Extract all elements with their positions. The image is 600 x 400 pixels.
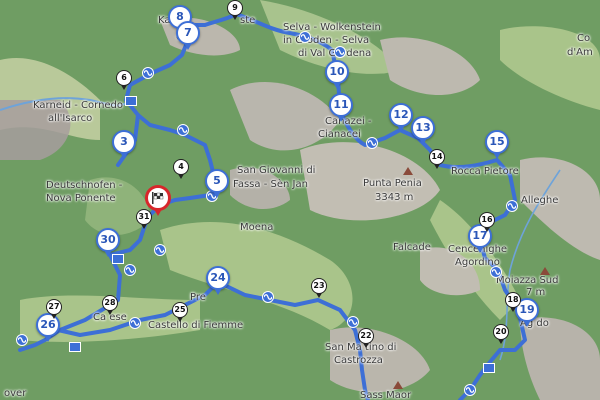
- stage-marker-7[interactable]: 7: [176, 21, 200, 50]
- summit-icon: [540, 267, 550, 275]
- checkered-flag-icon: [152, 192, 164, 204]
- wave-icon: [124, 264, 136, 276]
- place-ste-fragment: ste: [240, 15, 256, 26]
- wave-icon: [366, 137, 378, 149]
- chevron-icon: [125, 96, 137, 106]
- stage-marker-18[interactable]: 18: [505, 292, 521, 312]
- place-predazzo: Pre: [190, 292, 206, 303]
- stage-marker-16[interactable]: 16: [479, 212, 495, 232]
- stage-marker-4[interactable]: 4: [173, 159, 189, 179]
- place-karneid-line2: all'Isarco: [48, 113, 93, 124]
- place-cortina-line1: Co: [577, 33, 591, 44]
- place-moena: Moena: [240, 222, 274, 233]
- wave-icon: [334, 46, 346, 58]
- wave-icon: [16, 334, 28, 346]
- place-sanmartino-line1: San Ma tino di: [325, 342, 397, 353]
- stage-marker-22[interactable]: 22: [358, 328, 374, 348]
- stage-marker-30[interactable]: 30: [96, 228, 120, 257]
- place-canazei-line1: Canazei -: [325, 116, 372, 127]
- wave-icon: [177, 124, 189, 136]
- wave-icon: [142, 67, 154, 79]
- place-moiazza: Moiazza Sud: [496, 275, 559, 286]
- wave-icon: [506, 200, 518, 212]
- stage-marker-23[interactable]: 23: [311, 278, 327, 298]
- place-falcade: Falcade: [393, 242, 431, 253]
- place-selva-line1: Selva - Wolkenstein: [283, 22, 381, 33]
- wave-icon: [299, 31, 311, 43]
- place-canazei-line2: Cianacei: [318, 129, 361, 140]
- stage-marker-15[interactable]: 15: [485, 130, 509, 159]
- place-sangiovanni-line1: San Giovanni di: [237, 165, 316, 176]
- place-sanmartino-line2: Castrozza: [334, 355, 383, 366]
- place-deutschnofen-line1: Deutschnofen -: [46, 180, 123, 191]
- summit-icon: [393, 381, 403, 389]
- finish-marker[interactable]: [145, 185, 171, 216]
- wave-icon: [129, 317, 141, 329]
- place-selva-line2: in Gröden - Selva: [283, 35, 370, 46]
- stage-marker-10[interactable]: 10: [325, 60, 349, 89]
- stage-marker-5[interactable]: 5: [205, 169, 229, 198]
- place-cortina-line2: d'Am: [567, 47, 593, 58]
- place-punta-penia: Punta Penia: [363, 178, 422, 189]
- stage-marker-27[interactable]: 27: [46, 299, 62, 319]
- wave-icon: [262, 291, 274, 303]
- stage-marker-31[interactable]: 31: [136, 209, 152, 229]
- wave-icon: [347, 316, 359, 328]
- summit-icon: [403, 167, 413, 175]
- place-rocca-pietore: Rocca Pietore: [451, 166, 519, 177]
- stage-marker-6[interactable]: 6: [116, 70, 132, 90]
- place-hover-fragment: over: [4, 388, 27, 399]
- place-alleghe: Alleghe: [521, 195, 559, 206]
- place-sangiovanni-line2: Fassa - Sèn Jan: [233, 179, 308, 190]
- stage-marker-28[interactable]: 28: [102, 295, 118, 315]
- chevron-icon: [112, 254, 124, 264]
- wave-icon: [490, 266, 502, 278]
- place-punta-penia-elevation: 3343 m: [375, 192, 414, 203]
- stage-marker-13[interactable]: 13: [411, 116, 435, 145]
- place-castello-di-fiemme: Castello di Fiemme: [148, 320, 244, 331]
- place-moiazza-elevation: 7 m: [526, 287, 546, 298]
- wave-icon: [154, 244, 166, 256]
- stage-marker-24[interactable]: 24: [206, 266, 230, 295]
- stage-marker-11[interactable]: 11: [329, 93, 353, 122]
- stage-marker-20[interactable]: 20: [493, 324, 509, 344]
- stage-marker-14[interactable]: 14: [429, 149, 445, 169]
- place-karneid-line1: Karneid - Cornedo: [33, 100, 124, 111]
- map-view[interactable]: Kastel Ca ste Selva - Wolkenstein in Grö…: [0, 0, 600, 400]
- stage-marker-25[interactable]: 25: [172, 302, 188, 322]
- chevron-icon: [69, 342, 81, 352]
- wave-icon: [464, 384, 476, 396]
- stage-marker-12[interactable]: 12: [389, 103, 413, 132]
- stage-marker-9[interactable]: 9: [227, 0, 243, 20]
- place-deutschnofen-line2: Nova Ponente: [46, 193, 116, 204]
- stage-marker-3[interactable]: 3: [112, 130, 136, 159]
- chevron-icon: [483, 363, 495, 373]
- place-sass-maor: Sass Maor: [360, 390, 412, 400]
